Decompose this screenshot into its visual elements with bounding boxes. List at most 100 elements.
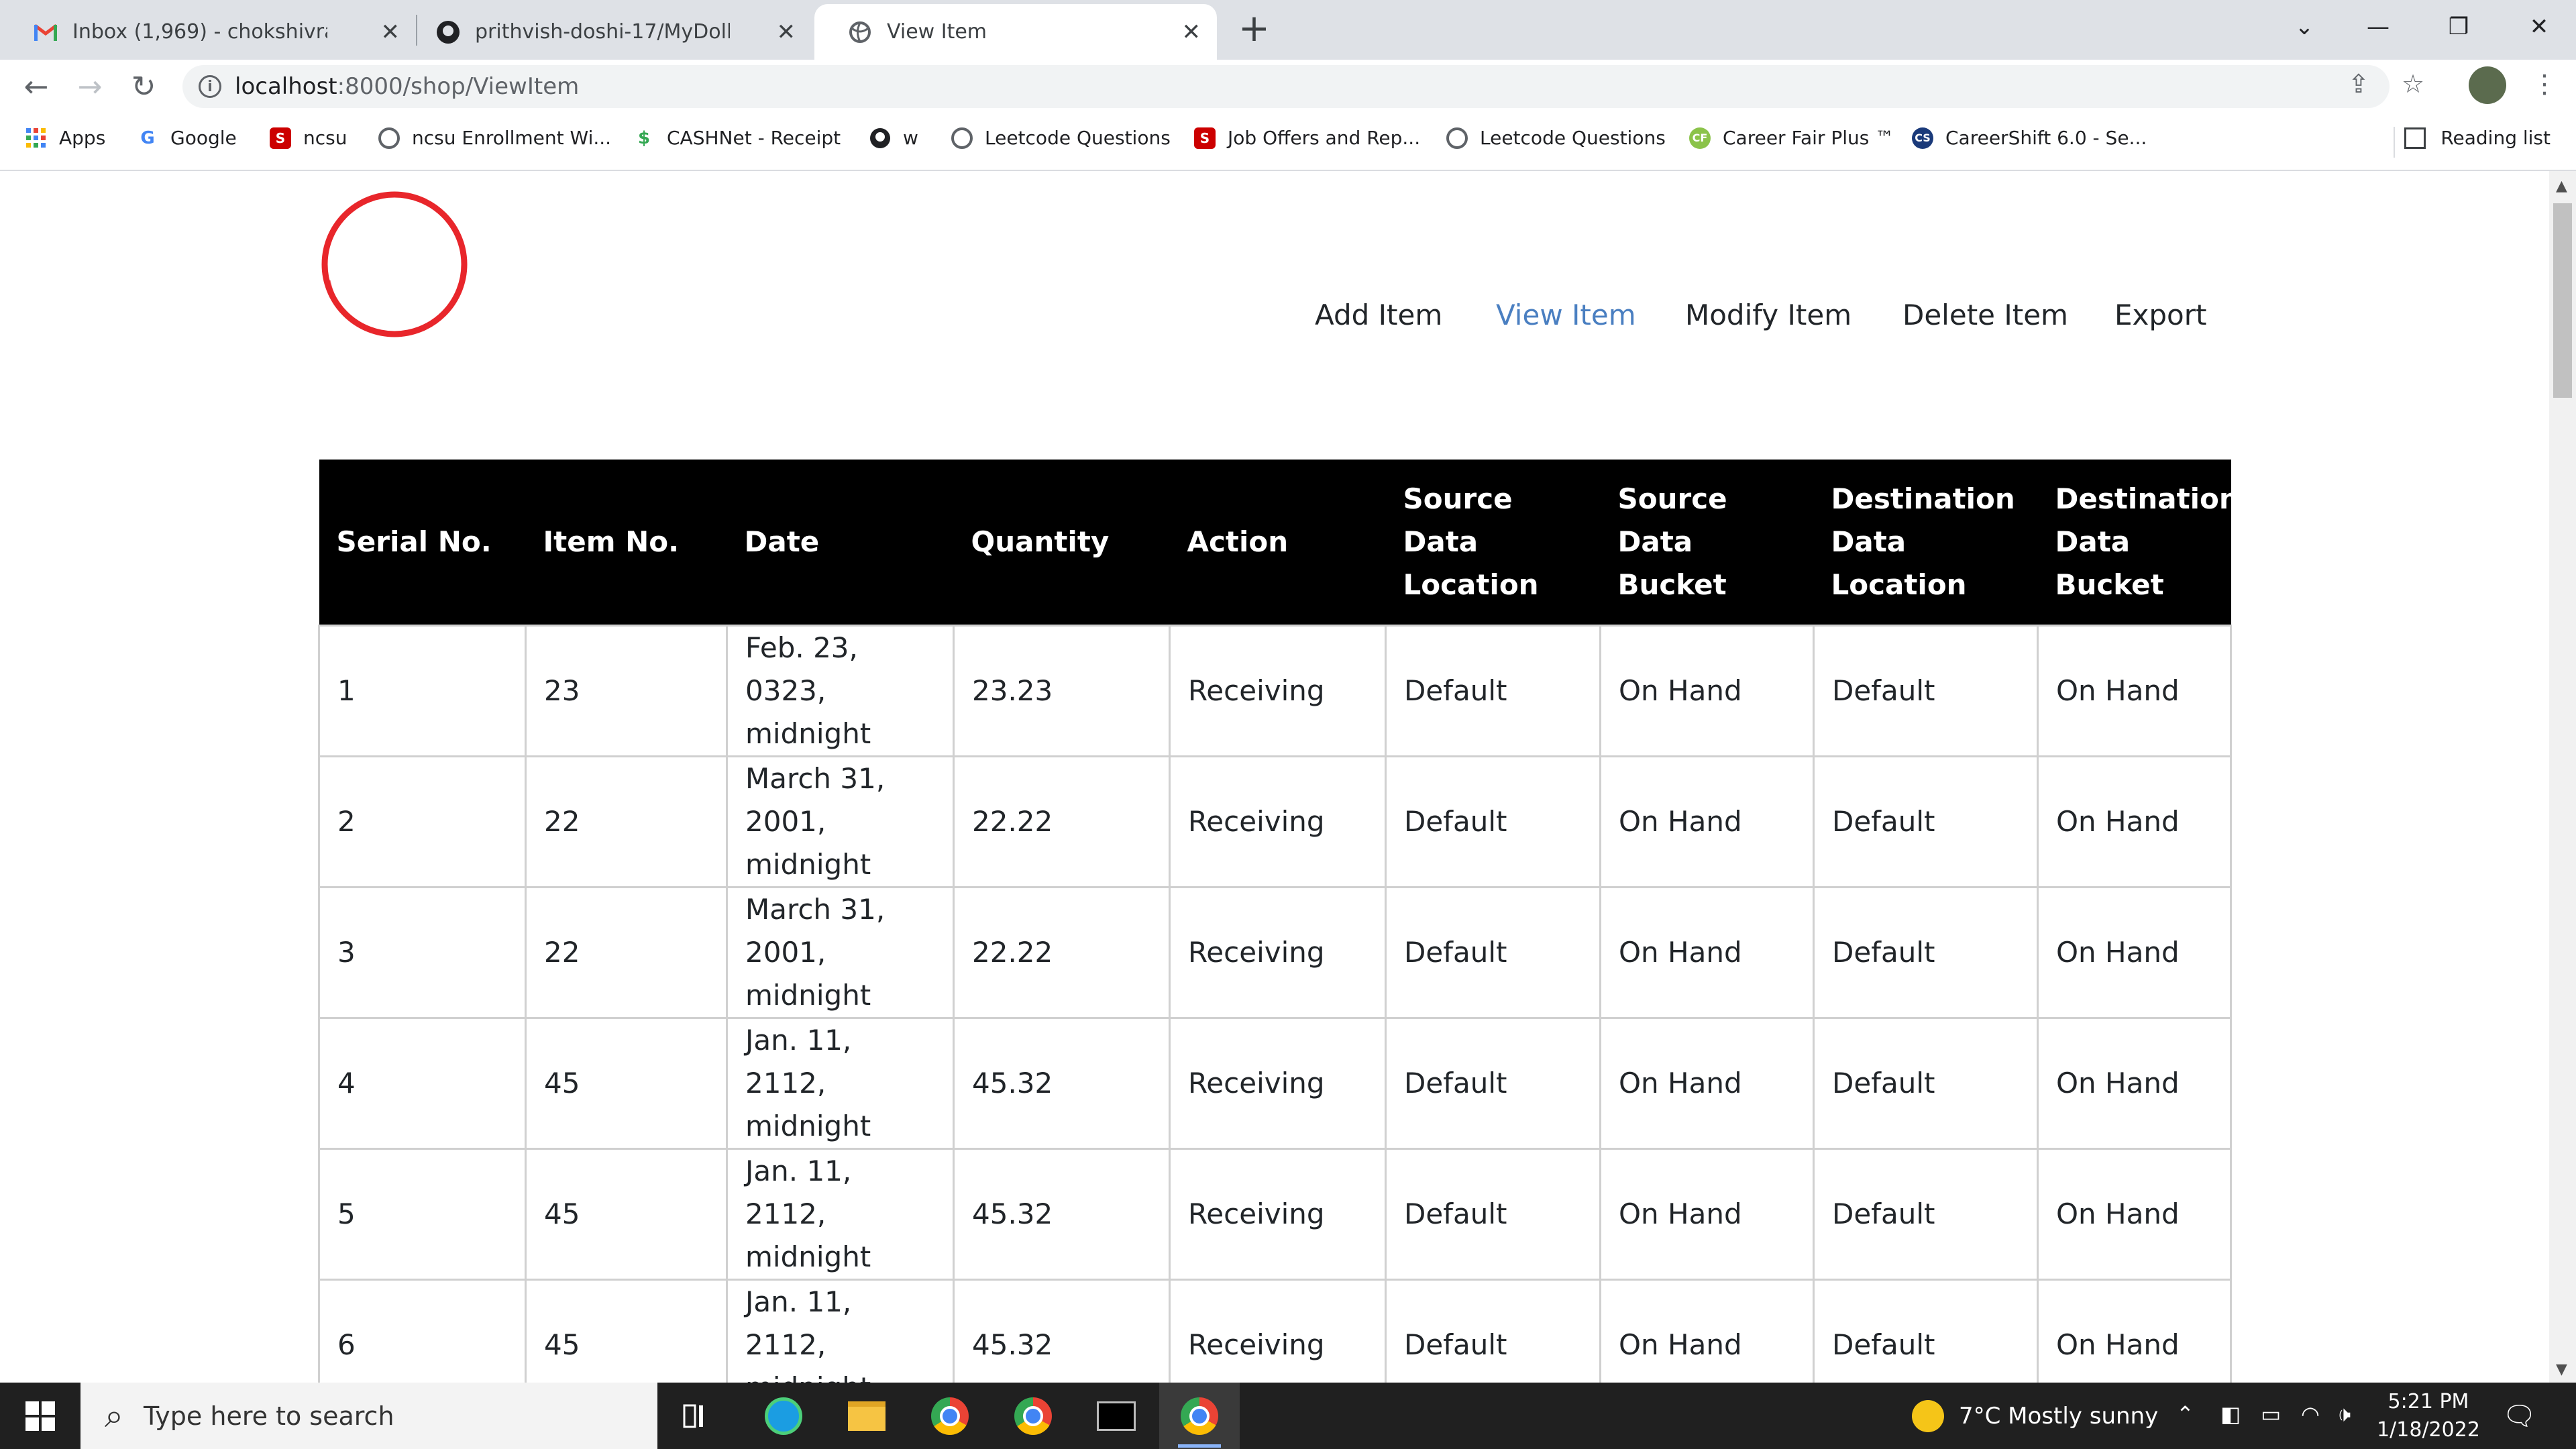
cell-action: Receiving — [1169, 1148, 1387, 1281]
nav-export[interactable]: Export — [2114, 299, 2206, 331]
nav-add-item[interactable]: Add Item — [1315, 299, 1442, 331]
bookmark-career-fair-plus[interactable]: CF Career Fair Plus ™ — [1689, 127, 1894, 149]
bookmark-label: Apps — [59, 127, 106, 149]
bookmark-label: CareerShift 6.0 - Se... — [1945, 127, 2147, 149]
tab-view-item[interactable]: View Item ✕ — [814, 4, 1217, 60]
search-icon: ⌕ — [105, 1396, 123, 1435]
windows-start-icon[interactable] — [0, 1383, 80, 1449]
reading-list-button[interactable]: Reading list — [2404, 127, 2551, 149]
cell-date: March 31, 2001, midnight — [726, 886, 955, 1019]
page-viewport: Add Item View Item Modify Item Delete It… — [0, 171, 2549, 1383]
cell-destination-location: Default — [1813, 1017, 2039, 1150]
scroll-up-arrow-icon[interactable]: ▲ — [2556, 178, 2567, 195]
scrollbar-thumb[interactable] — [2553, 203, 2572, 398]
cell-item-no: 45 — [525, 1017, 728, 1150]
address-bar[interactable]: i localhost:8000/shop/ViewItem — [182, 65, 2390, 108]
url-text[interactable]: localhost:8000/shop/ViewItem — [235, 73, 579, 100]
windows-taskbar: ⌕ Type here to search 7°C Mostly sunny ⌃… — [0, 1383, 2576, 1449]
cell-serial-no: 3 — [318, 886, 527, 1019]
profile-avatar[interactable] — [2469, 66, 2506, 104]
site-logo[interactable] — [315, 186, 470, 341]
clock-time: 5:21 PM — [2387, 1390, 2469, 1413]
weather-widget[interactable]: 7°C Mostly sunny — [1912, 1383, 2158, 1449]
menu-kebab-icon[interactable]: ⋮ — [2532, 69, 2557, 99]
table-row: 3 22 March 31, 2001, midnight 22.22 Rece… — [318, 886, 2232, 1019]
nav-modify-item[interactable]: Modify Item — [1685, 299, 1851, 331]
bookmark-ncsu[interactable]: S ncsu — [270, 127, 347, 149]
page-scrollbar[interactable]: ▲ ▼ — [2549, 171, 2576, 1383]
column-header-item-no: Item No. — [525, 460, 727, 626]
cell-date: Jan. 11, 2112, midnight — [726, 1279, 955, 1383]
cell-date: Feb. 23, 0323, midnight — [726, 625, 955, 757]
tab-search-chevron-icon[interactable]: ⌄ — [2267, 0, 2341, 54]
bookmark-label: Google — [170, 127, 237, 149]
bookmark-w[interactable]: w — [869, 127, 918, 149]
url-host: localhost — [235, 73, 337, 100]
cell-destination-bucket: On Hand — [2037, 1148, 2232, 1281]
cell-source-location: Default — [1385, 1279, 1601, 1383]
chrome-icon[interactable] — [910, 1383, 990, 1449]
reload-icon[interactable]: ↻ — [125, 68, 162, 105]
file-explorer-icon[interactable] — [826, 1383, 907, 1449]
tab-gmail[interactable]: Inbox (1,969) - chokshivraj1998@ ✕ — [0, 4, 416, 60]
minimize-icon[interactable]: — — [2341, 0, 2415, 54]
volume-icon[interactable]: 🕩 — [2337, 1401, 2351, 1428]
battery-icon[interactable]: ▭ — [2261, 1401, 2281, 1427]
close-window-icon[interactable]: ✕ — [2502, 0, 2576, 54]
meet-now-icon[interactable]: ◧ — [2220, 1401, 2241, 1427]
notifications-icon[interactable]: 🗨 — [2502, 1400, 2536, 1432]
edge-browser-icon[interactable] — [743, 1383, 824, 1449]
close-tab-icon[interactable]: ✕ — [777, 19, 796, 46]
cell-destination-location: Default — [1813, 625, 2039, 757]
github-icon — [869, 127, 891, 149]
cell-source-bucket: On Hand — [1599, 1148, 1815, 1281]
bookmark-apps[interactable]: Apps — [25, 127, 105, 149]
cell-item-no: 23 — [525, 625, 728, 757]
bookmark-star-icon[interactable]: ☆ — [2402, 69, 2424, 99]
nav-view-item[interactable]: View Item — [1496, 299, 1636, 331]
close-tab-icon[interactable]: ✕ — [381, 19, 400, 46]
bookmark-cashnet[interactable]: $ CASHNet - Receipt — [633, 127, 841, 149]
bookmark-label: Leetcode Questions — [985, 127, 1171, 149]
cell-action: Receiving — [1169, 1279, 1387, 1383]
cell-item-no: 45 — [525, 1279, 728, 1383]
taskbar-search-box[interactable]: ⌕ Type here to search — [80, 1383, 657, 1449]
restore-icon[interactable]: ❐ — [2422, 0, 2496, 54]
cell-source-location: Default — [1385, 1017, 1601, 1150]
browser-tab-strip: Inbox (1,969) - chokshivraj1998@ ✕ prith… — [0, 0, 2576, 60]
bookmark-google[interactable]: G Google — [137, 127, 237, 149]
cell-action: Receiving — [1169, 886, 1387, 1019]
cell-destination-bucket: On Hand — [2037, 886, 2232, 1019]
reading-list-icon — [2404, 127, 2426, 149]
task-view-icon[interactable] — [657, 1383, 738, 1449]
tab-github[interactable]: prithvish-doshi-17/MyDollarBot-I ✕ — [402, 4, 812, 60]
bookmark-job-offers[interactable]: S Job Offers and Rep... — [1194, 127, 1420, 149]
bookmark-careershift[interactable]: CS CareerShift 6.0 - Se... — [1912, 127, 2147, 149]
cell-destination-bucket: On Hand — [2037, 755, 2232, 888]
column-header-date: Date — [727, 460, 954, 626]
new-tab-button[interactable]: + — [1238, 7, 1270, 50]
table-header-row: Serial No. Item No. Date Quantity Action… — [319, 460, 2239, 626]
site-info-icon[interactable]: i — [199, 75, 221, 98]
forward-arrow-icon[interactable]: → — [71, 68, 109, 105]
bookmark-label: ncsu — [303, 127, 347, 149]
search-placeholder: Type here to search — [144, 1401, 394, 1431]
terminal-icon[interactable] — [1076, 1383, 1157, 1449]
bookmark-leetcode-1[interactable]: Leetcode Questions — [951, 127, 1171, 149]
share-icon[interactable]: ⇪ — [2348, 69, 2369, 99]
wifi-icon[interactable]: ◠ — [2301, 1401, 2320, 1427]
cell-source-bucket: On Hand — [1599, 1279, 1815, 1383]
chrome-profile-icon[interactable] — [993, 1383, 1073, 1449]
back-arrow-icon[interactable]: ← — [17, 68, 55, 105]
scroll-down-arrow-icon[interactable]: ▼ — [2556, 1361, 2567, 1378]
bookmark-leetcode-2[interactable]: Leetcode Questions — [1446, 127, 1666, 149]
chrome-active-window-icon[interactable] — [1159, 1383, 1240, 1449]
taskbar-clock[interactable]: 5:21 PM 1/18/2022 — [2368, 1388, 2489, 1444]
nav-delete-item[interactable]: Delete Item — [1902, 299, 2068, 331]
bookmark-ncsu-enrollment[interactable]: ncsu Enrollment Wi... — [378, 127, 611, 149]
tab-title: View Item — [887, 20, 987, 44]
tray-chevron-up-icon[interactable]: ⌃ — [2176, 1401, 2194, 1427]
close-tab-icon[interactable]: ✕ — [1182, 19, 1201, 46]
table-row: 2 22 March 31, 2001, midnight 22.22 Rece… — [318, 755, 2232, 888]
cell-item-no: 22 — [525, 886, 728, 1019]
